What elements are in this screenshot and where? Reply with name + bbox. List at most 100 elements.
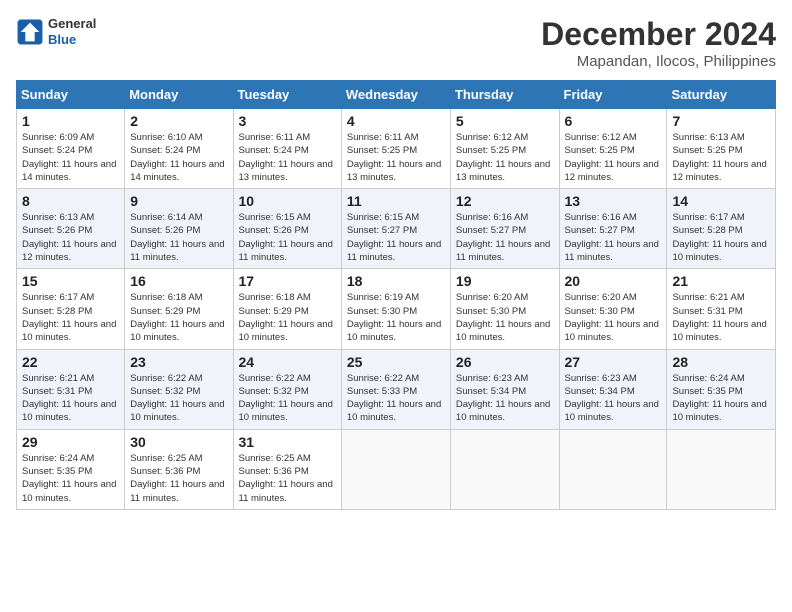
calendar-cell: 18 Sunrise: 6:19 AMSunset: 5:30 PMDayligh… xyxy=(341,269,450,349)
day-info: Sunrise: 6:20 AMSunset: 5:30 PMDaylight:… xyxy=(456,291,554,344)
week-row-5: 29Sunrise: 6:24 AMSunset: 5:35 PMDayligh… xyxy=(17,429,776,509)
weekday-header-tuesday: Tuesday xyxy=(233,81,341,109)
weekday-header-row: SundayMondayTuesdayWednesdayThursdayFrid… xyxy=(17,81,776,109)
day-info: Sunrise: 6:20 AMSunset: 5:30 PMDaylight:… xyxy=(565,291,662,344)
day-info: Sunrise: 6:25 AMSunset: 5:36 PMDaylight:… xyxy=(239,452,336,505)
day-number: 12 xyxy=(456,193,554,209)
calendar-cell: 4 Sunrise: 6:11 AMSunset: 5:25 PMDaylight… xyxy=(341,109,450,189)
weekday-header-thursday: Thursday xyxy=(450,81,559,109)
day-info: Sunrise: 6:25 AMSunset: 5:36 PMDaylight:… xyxy=(130,452,227,505)
weekday-header-saturday: Saturday xyxy=(667,81,776,109)
day-info: Sunrise: 6:22 AMSunset: 5:32 PMDaylight:… xyxy=(239,372,336,425)
calendar-cell: 29Sunrise: 6:24 AMSunset: 5:35 PMDayligh… xyxy=(17,429,125,509)
day-number: 18 xyxy=(347,273,445,289)
day-info: Sunrise: 6:21 AMSunset: 5:31 PMDaylight:… xyxy=(672,291,770,344)
calendar-cell: 22 Sunrise: 6:21 AMSunset: 5:31 PMDayligh… xyxy=(17,349,125,429)
day-info: Sunrise: 6:13 AMSunset: 5:25 PMDaylight:… xyxy=(672,131,770,184)
weekday-header-monday: Monday xyxy=(125,81,233,109)
day-info: Sunrise: 6:12 AMSunset: 5:25 PMDaylight:… xyxy=(456,131,554,184)
calendar-table: SundayMondayTuesdayWednesdayThursdayFrid… xyxy=(16,80,776,510)
day-number: 16 xyxy=(130,273,227,289)
title-section: December 2024 Mapandan, Ilocos, Philippi… xyxy=(541,16,776,70)
day-info: Sunrise: 6:22 AMSunset: 5:32 PMDaylight:… xyxy=(130,372,227,425)
calendar-cell: 2Sunrise: 6:10 AMSunset: 5:24 PMDaylight… xyxy=(125,109,233,189)
day-info: Sunrise: 6:16 AMSunset: 5:27 PMDaylight:… xyxy=(456,211,554,264)
day-info: Sunrise: 6:15 AMSunset: 5:26 PMDaylight:… xyxy=(239,211,336,264)
day-info: Sunrise: 6:21 AMSunset: 5:31 PMDaylight:… xyxy=(22,372,119,425)
day-info: Sunrise: 6:22 AMSunset: 5:33 PMDaylight:… xyxy=(347,372,445,425)
day-number: 4 xyxy=(347,113,445,129)
day-number: 22 xyxy=(22,354,119,370)
calendar-cell: 7Sunrise: 6:13 AMSunset: 5:25 PMDaylight… xyxy=(667,109,776,189)
page-header: General Blue December 2024 Mapandan, Ilo… xyxy=(16,16,776,70)
day-info: Sunrise: 6:24 AMSunset: 5:35 PMDaylight:… xyxy=(672,372,770,425)
logo-line2: Blue xyxy=(48,32,96,48)
day-info: Sunrise: 6:11 AMSunset: 5:25 PMDaylight:… xyxy=(347,131,445,184)
day-number: 1 xyxy=(22,113,119,129)
calendar-cell: 11 Sunrise: 6:15 AMSunset: 5:27 PMDayligh… xyxy=(341,189,450,269)
day-number: 26 xyxy=(456,354,554,370)
calendar-cell: 21 Sunrise: 6:21 AMSunset: 5:31 PMDayligh… xyxy=(667,269,776,349)
calendar-cell: 15Sunrise: 6:17 AMSunset: 5:28 PMDayligh… xyxy=(17,269,125,349)
calendar-cell: 20 Sunrise: 6:20 AMSunset: 5:30 PMDayligh… xyxy=(559,269,667,349)
day-number: 17 xyxy=(239,273,336,289)
day-info: Sunrise: 6:16 AMSunset: 5:27 PMDaylight:… xyxy=(565,211,662,264)
logo-line1: General xyxy=(48,16,96,32)
calendar-cell xyxy=(341,429,450,509)
day-info: Sunrise: 6:19 AMSunset: 5:30 PMDaylight:… xyxy=(347,291,445,344)
day-info: Sunrise: 6:18 AMSunset: 5:29 PMDaylight:… xyxy=(239,291,336,344)
calendar-cell: 31 Sunrise: 6:25 AMSunset: 5:36 PMDayligh… xyxy=(233,429,341,509)
weekday-header-wednesday: Wednesday xyxy=(341,81,450,109)
day-number: 9 xyxy=(130,193,227,209)
calendar-cell xyxy=(559,429,667,509)
calendar-cell: 8Sunrise: 6:13 AMSunset: 5:26 PMDaylight… xyxy=(17,189,125,269)
day-number: 3 xyxy=(239,113,336,129)
week-row-1: 1Sunrise: 6:09 AMSunset: 5:24 PMDaylight… xyxy=(17,109,776,189)
day-info: Sunrise: 6:14 AMSunset: 5:26 PMDaylight:… xyxy=(130,211,227,264)
week-row-3: 15Sunrise: 6:17 AMSunset: 5:28 PMDayligh… xyxy=(17,269,776,349)
calendar-cell: 1Sunrise: 6:09 AMSunset: 5:24 PMDaylight… xyxy=(17,109,125,189)
calendar-cell: 10 Sunrise: 6:15 AMSunset: 5:26 PMDayligh… xyxy=(233,189,341,269)
day-info: Sunrise: 6:15 AMSunset: 5:27 PMDaylight:… xyxy=(347,211,445,264)
logo-icon xyxy=(16,18,44,46)
logo: General Blue xyxy=(16,16,96,47)
weekday-header-friday: Friday xyxy=(559,81,667,109)
day-info: Sunrise: 6:23 AMSunset: 5:34 PMDaylight:… xyxy=(565,372,662,425)
calendar-cell: 3 Sunrise: 6:11 AMSunset: 5:24 PMDaylight… xyxy=(233,109,341,189)
calendar-cell: 6 Sunrise: 6:12 AMSunset: 5:25 PMDaylight… xyxy=(559,109,667,189)
day-number: 14 xyxy=(672,193,770,209)
calendar-cell: 13 Sunrise: 6:16 AMSunset: 5:27 PMDayligh… xyxy=(559,189,667,269)
day-number: 8 xyxy=(22,193,119,209)
day-info: Sunrise: 6:23 AMSunset: 5:34 PMDaylight:… xyxy=(456,372,554,425)
calendar-cell: 24 Sunrise: 6:22 AMSunset: 5:32 PMDayligh… xyxy=(233,349,341,429)
month-year-title: December 2024 xyxy=(541,16,776,53)
day-number: 21 xyxy=(672,273,770,289)
day-number: 20 xyxy=(565,273,662,289)
calendar-cell: 16Sunrise: 6:18 AMSunset: 5:29 PMDayligh… xyxy=(125,269,233,349)
day-number: 24 xyxy=(239,354,336,370)
day-number: 31 xyxy=(239,434,336,450)
calendar-cell: 25Sunrise: 6:22 AMSunset: 5:33 PMDayligh… xyxy=(341,349,450,429)
day-number: 11 xyxy=(347,193,445,209)
day-number: 5 xyxy=(456,113,554,129)
week-row-2: 8Sunrise: 6:13 AMSunset: 5:26 PMDaylight… xyxy=(17,189,776,269)
day-info: Sunrise: 6:17 AMSunset: 5:28 PMDaylight:… xyxy=(672,211,770,264)
calendar-cell: 5 Sunrise: 6:12 AMSunset: 5:25 PMDaylight… xyxy=(450,109,559,189)
day-number: 29 xyxy=(22,434,119,450)
day-info: Sunrise: 6:12 AMSunset: 5:25 PMDaylight:… xyxy=(565,131,662,184)
day-number: 13 xyxy=(565,193,662,209)
day-number: 6 xyxy=(565,113,662,129)
calendar-cell: 30Sunrise: 6:25 AMSunset: 5:36 PMDayligh… xyxy=(125,429,233,509)
day-number: 27 xyxy=(565,354,662,370)
day-info: Sunrise: 6:17 AMSunset: 5:28 PMDaylight:… xyxy=(22,291,119,344)
calendar-cell: 9 Sunrise: 6:14 AMSunset: 5:26 PMDaylight… xyxy=(125,189,233,269)
day-number: 23 xyxy=(130,354,227,370)
calendar-cell xyxy=(667,429,776,509)
day-info: Sunrise: 6:11 AMSunset: 5:24 PMDaylight:… xyxy=(239,131,336,184)
calendar-cell xyxy=(450,429,559,509)
calendar-cell: 23 Sunrise: 6:22 AMSunset: 5:32 PMDayligh… xyxy=(125,349,233,429)
day-number: 10 xyxy=(239,193,336,209)
calendar-cell: 14 Sunrise: 6:17 AMSunset: 5:28 PMDayligh… xyxy=(667,189,776,269)
week-row-4: 22 Sunrise: 6:21 AMSunset: 5:31 PMDayligh… xyxy=(17,349,776,429)
weekday-header-sunday: Sunday xyxy=(17,81,125,109)
